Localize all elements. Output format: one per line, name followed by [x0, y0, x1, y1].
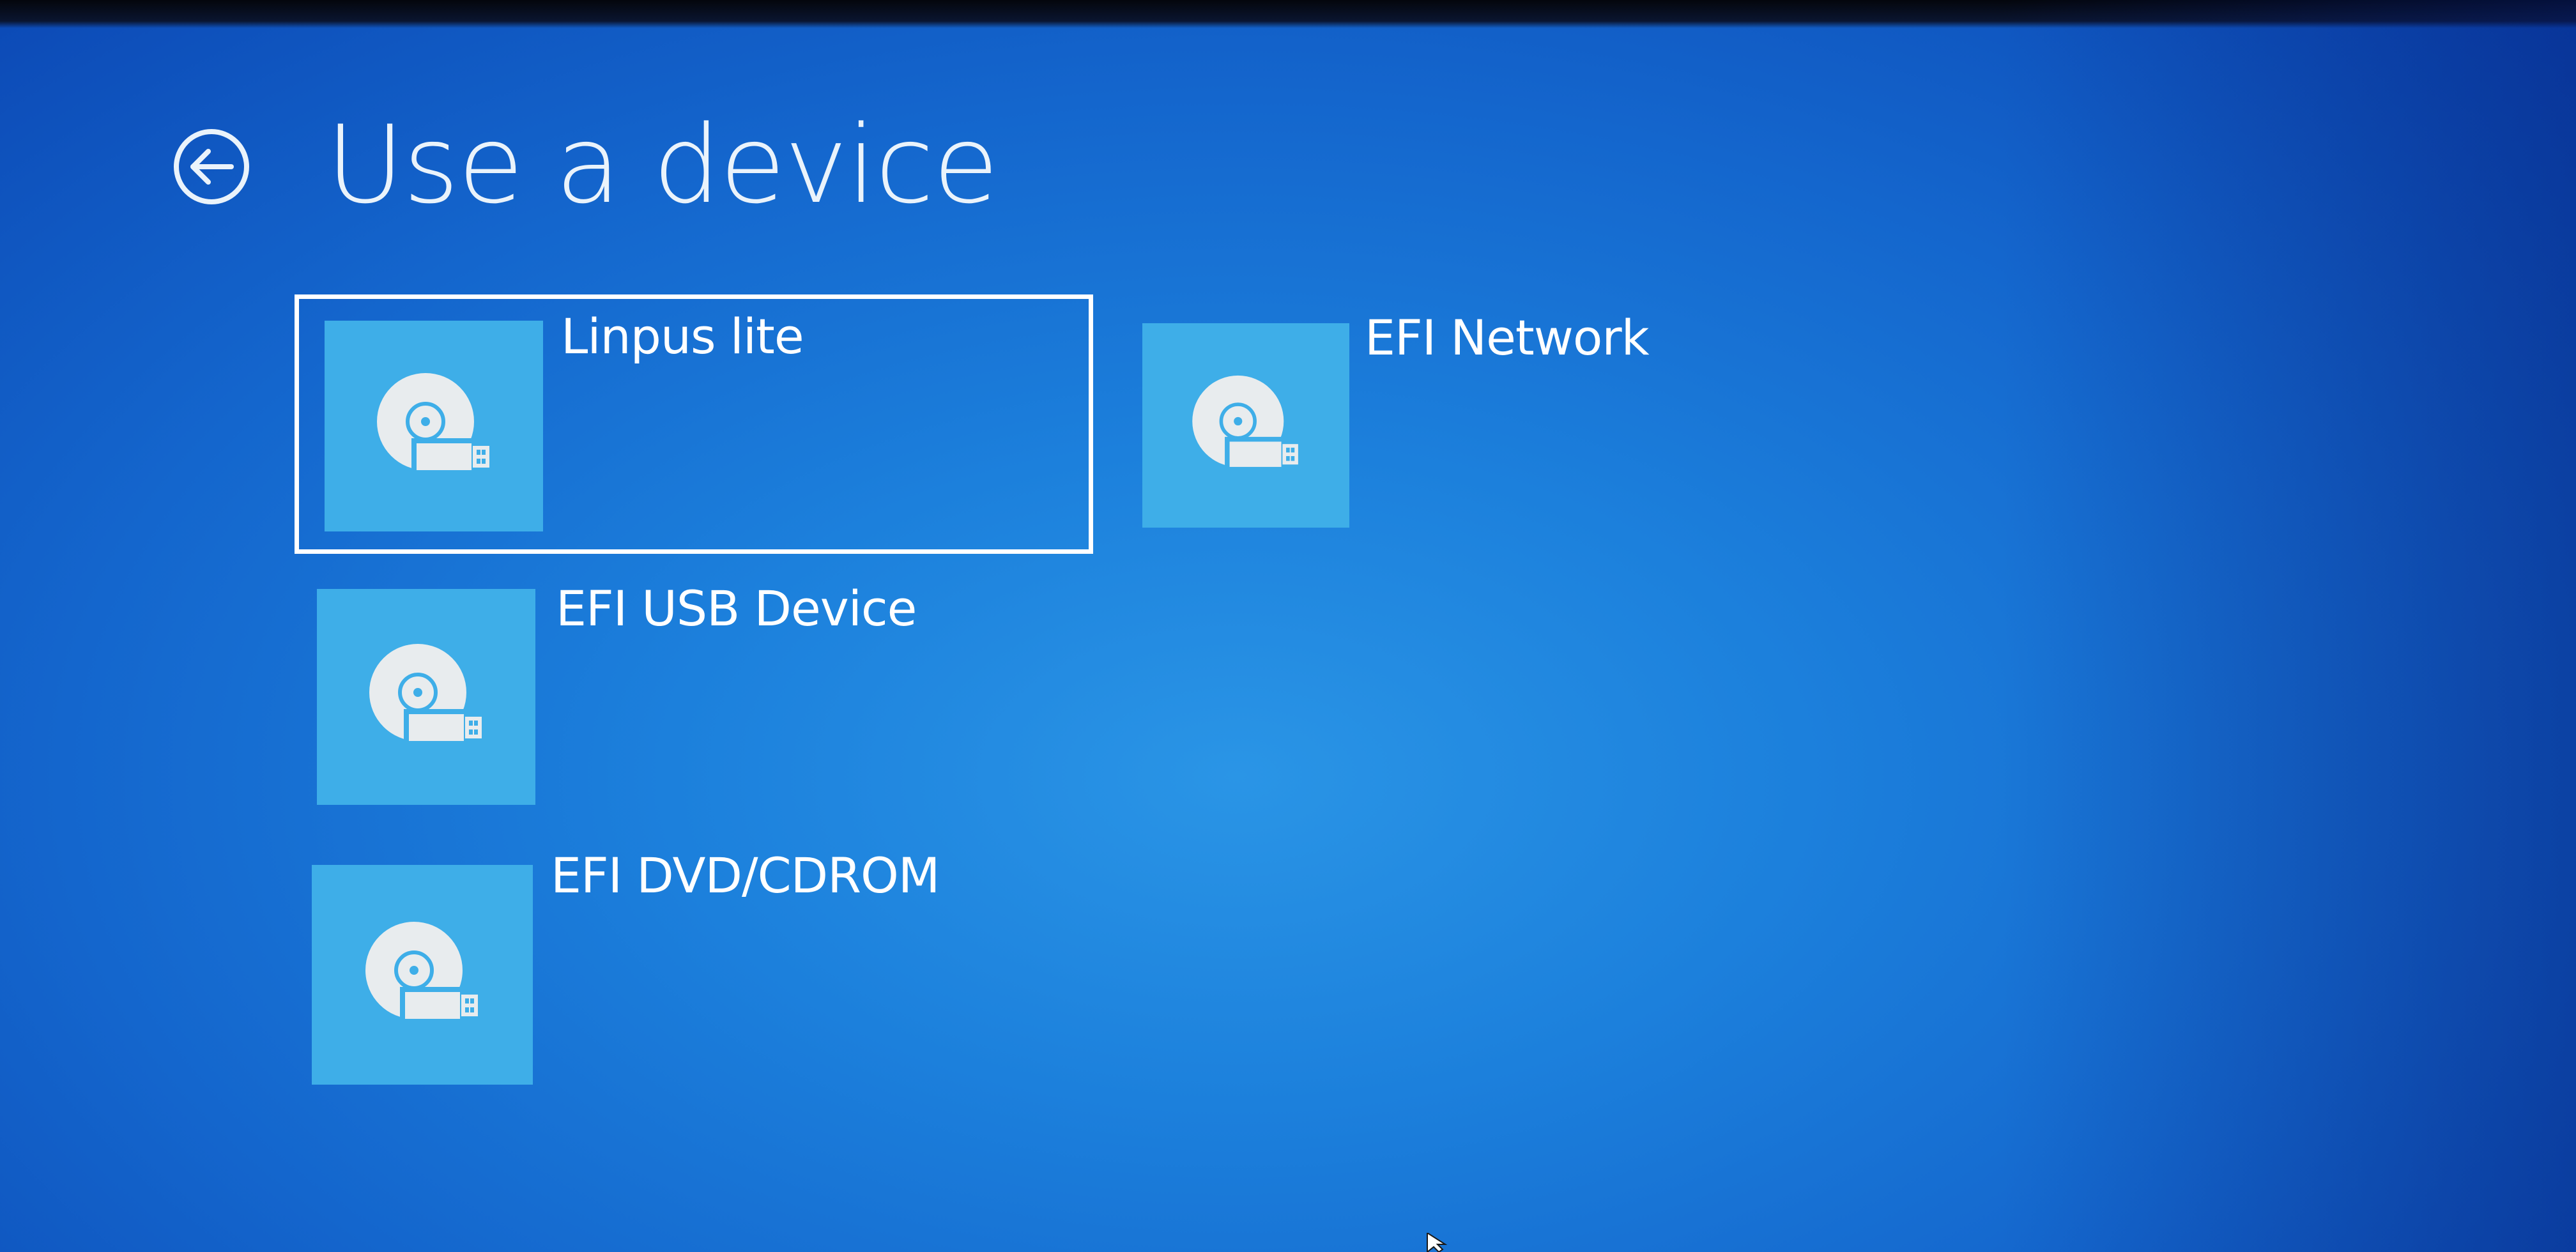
- device-label: Linpus lite: [561, 308, 804, 365]
- device-label: EFI USB Device: [556, 580, 917, 637]
- boot-options-screen: Use a device Linpus lite EFI Network EFI…: [0, 0, 2576, 1252]
- device-tile-efi-usb-device[interactable]: EFI USB Device: [317, 580, 956, 806]
- device-tile-icon: [317, 589, 535, 805]
- device-tile-efi-network[interactable]: EFI Network: [1142, 309, 1650, 529]
- device-tile-efi-dvd-cdrom[interactable]: EFI DVD/CDROM: [312, 847, 951, 1086]
- device-tile-icon: [312, 865, 533, 1085]
- device-tile-icon: [1142, 323, 1349, 528]
- mouse-pointer-icon: [1427, 1233, 1448, 1252]
- device-label: EFI DVD/CDROM: [551, 847, 940, 904]
- back-button[interactable]: [171, 126, 252, 207]
- disc-usb-drive-icon: [369, 644, 486, 746]
- disc-usb-drive-icon: [365, 922, 482, 1024]
- disc-usb-drive-icon: [377, 373, 493, 475]
- device-label: EFI Network: [1365, 309, 1650, 366]
- background-shade: [2001, 0, 2576, 1252]
- page-title: Use a device: [326, 102, 999, 227]
- device-tile-icon: [325, 321, 543, 531]
- device-tile-linpus-lite[interactable]: Linpus lite: [295, 294, 1093, 554]
- disc-usb-drive-icon: [1192, 375, 1302, 472]
- back-arrow-circle-icon: [174, 129, 249, 204]
